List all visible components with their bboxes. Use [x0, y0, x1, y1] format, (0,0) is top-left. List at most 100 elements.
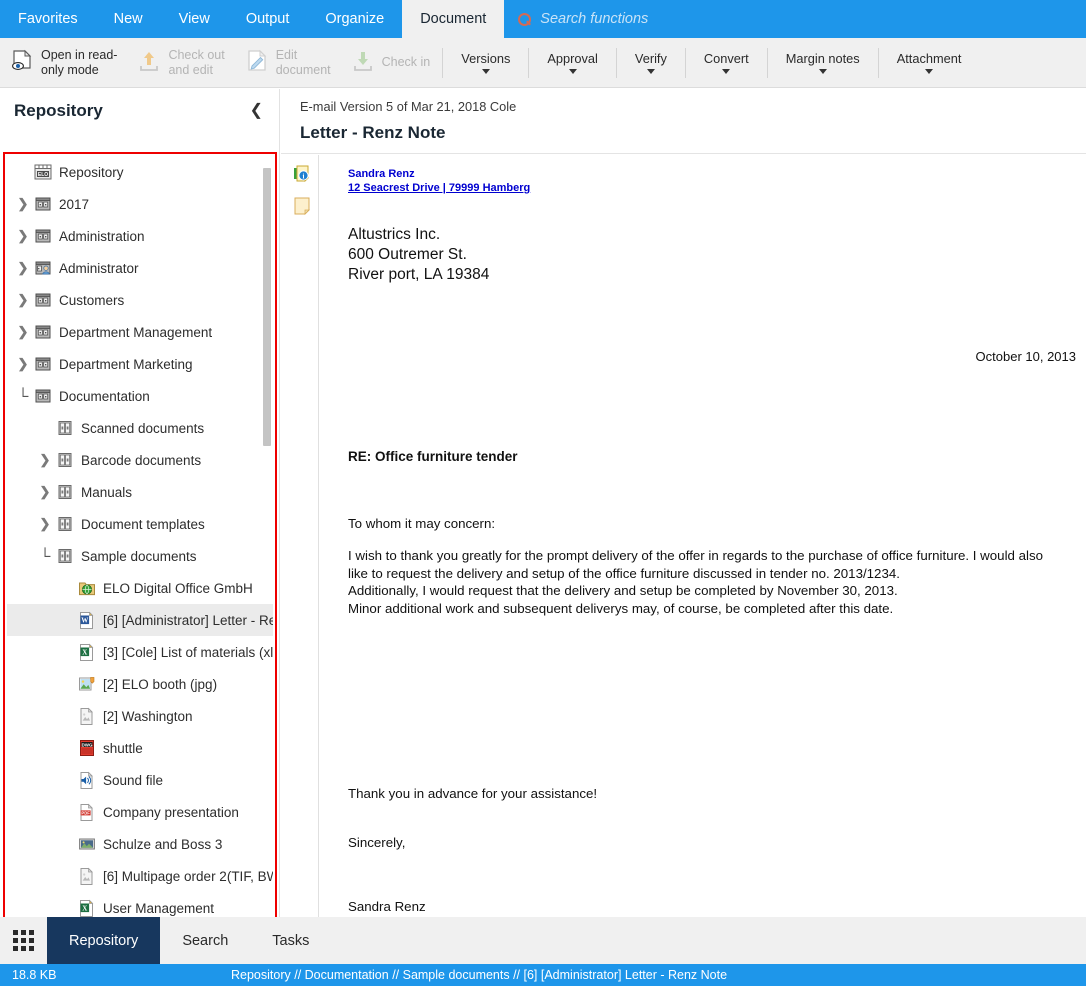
tree-item-sample-documents[interactable]: └ Sample documents	[7, 540, 273, 572]
tree-item-customers[interactable]: ❯Customers	[7, 284, 273, 316]
toolbar-dropdown-versions[interactable]: Versions	[445, 38, 526, 88]
folder-archive-icon	[34, 227, 52, 245]
ribbon-tab-output[interactable]: Output	[228, 0, 308, 38]
document-meta: E-mail Version 5 of Mar 21, 2018 Cole	[300, 99, 1086, 114]
tree-item-label: Department Marketing	[59, 357, 193, 372]
function-search-box[interactable]: Search functions	[504, 0, 1086, 38]
edit-pencil-document-icon	[245, 49, 269, 77]
toolbar-button-label: Check in	[382, 55, 431, 70]
tree-item-2017[interactable]: ❯2017	[7, 188, 273, 220]
tree-item-administrator[interactable]: ❯ Administrator	[7, 252, 273, 284]
toolbar-dropdown-verify[interactable]: Verify	[619, 38, 683, 88]
tree-expanded-icon[interactable]: └	[34, 548, 56, 565]
chevron-right-icon[interactable]: ❯	[34, 452, 56, 468]
sticky-note-icon[interactable]	[292, 196, 312, 221]
bottom-nav-search[interactable]: Search	[160, 917, 250, 964]
toolbar-button-edit-document: Edit document	[235, 38, 341, 88]
check-out-arrow-up-icon	[137, 49, 161, 77]
tree-item-6-administrator-letter-re[interactable]: W[6] [Administrator] Letter - Re	[7, 604, 273, 636]
tree-item-label: Sample documents	[81, 549, 197, 564]
toolbar-dropdown-margin-notes[interactable]: Margin notes	[770, 38, 876, 88]
tree-item-6-multipage-order-2-tif-bw[interactable]: [6] Multipage order 2(TIF, BW	[7, 860, 273, 892]
chevron-right-icon[interactable]: ❯	[12, 260, 34, 276]
tree-expanded-icon[interactable]: └	[12, 388, 34, 405]
toolbar-button-open-in-read-only-mode[interactable]: Open in read- only mode	[0, 38, 127, 88]
sidebar-title: Repository	[14, 101, 103, 121]
tree-item-label: [2] ELO booth (jpg)	[103, 677, 217, 692]
tree-item-label: [6] [Administrator] Letter - Re	[103, 613, 273, 628]
tree-item-documentation[interactable]: └ Documentation	[7, 380, 273, 412]
letter-recipient-address: Altustrics Inc. 600 Outremer St. River p…	[348, 225, 489, 284]
tiff-document-icon	[78, 707, 96, 725]
tree-item-barcode-documents[interactable]: ❯Barcode documents	[7, 444, 273, 476]
sticky-note-info-icon[interactable]: i	[292, 164, 312, 189]
ribbon-tab-document[interactable]: Document	[402, 0, 504, 38]
toolbar-separator	[685, 48, 686, 78]
tree-item-sound-file[interactable]: Sound file	[7, 764, 273, 796]
toolbar-button-label: Edit document	[276, 48, 331, 78]
sidebar-collapse-chevron-left-icon[interactable]: ❮	[250, 103, 263, 119]
repository-tree-highlight-frame: ELORepository❯2017❯Administration❯Admini…	[3, 152, 277, 986]
chevron-right-icon[interactable]: ❯	[34, 484, 56, 500]
svg-text:X: X	[82, 648, 87, 656]
letter-subject: RE: Office furniture tender	[348, 449, 518, 464]
excel-document-icon: X	[78, 899, 96, 917]
tree-vertical-scrollbar[interactable]	[263, 168, 271, 446]
tree-item-2-washington[interactable]: [2] Washington	[7, 700, 273, 732]
svg-text:DWG: DWG	[82, 742, 93, 747]
chevron-right-icon[interactable]: ❯	[12, 356, 34, 372]
letter-body: I wish to thank you greatly for the prom…	[348, 547, 1052, 617]
tree-item-label: Department Management	[59, 325, 212, 340]
tree-item-3-cole-list-of-materials-xls[interactable]: X[3] [Cole] List of materials (xls	[7, 636, 273, 668]
tree-item-company-presentation[interactable]: PDFCompany presentation	[7, 796, 273, 828]
tree-item-schulze-and-boss-3[interactable]: Schulze and Boss 3	[7, 828, 273, 860]
chevron-down-icon	[482, 69, 490, 74]
tree-item-manuals[interactable]: ❯Manuals	[7, 476, 273, 508]
toolbar-dropdown-approval[interactable]: Approval	[531, 38, 614, 88]
bottom-nav-tasks[interactable]: Tasks	[250, 917, 331, 964]
chevron-right-icon[interactable]: ❯	[12, 324, 34, 340]
check-in-arrow-down-icon	[351, 49, 375, 77]
ribbon-tab-view[interactable]: View	[161, 0, 228, 38]
toolbar-separator	[442, 48, 443, 78]
tree-item-label: Administrator	[59, 261, 139, 276]
bottom-nav-repository[interactable]: Repository	[47, 917, 160, 964]
letter-date: October 10, 2013	[976, 349, 1076, 364]
chevron-right-icon[interactable]: ❯	[12, 228, 34, 244]
ribbon-tab-bar: FavoritesNewViewOutputOrganizeDocumentSe…	[0, 0, 1086, 38]
elo-repository-icon: ELO	[34, 163, 52, 181]
toolbar-button-check-out-and-edit: Check out and edit	[127, 38, 234, 88]
letter-sender-name: Sandra Renz	[348, 168, 415, 180]
tree-item-label: shuttle	[103, 741, 143, 756]
annotation-rail-divider	[318, 155, 319, 917]
chevron-right-icon[interactable]: ❯	[12, 196, 34, 212]
tree-item-scanned-documents[interactable]: Scanned documents	[7, 412, 273, 444]
search-icon	[518, 13, 531, 26]
ribbon-tab-organize[interactable]: Organize	[307, 0, 402, 38]
tree-item-label: Document templates	[81, 517, 205, 532]
chevron-down-icon	[569, 69, 577, 74]
tree-item-department-management[interactable]: ❯ Department Management	[7, 316, 273, 348]
tree-item-elo-digital-office-gmbh[interactable]: ELO Digital Office GmbH	[7, 572, 273, 604]
tree-item-department-marketing[interactable]: ❯ Department Marketing	[7, 348, 273, 380]
letter-content: Sandra Renz 12 Seacrest Drive | 79999 Ha…	[346, 155, 1076, 917]
folder-binder-icon	[56, 483, 74, 501]
tree-item-2-elo-booth-jpg[interactable]: [2] ELO booth (jpg)	[7, 668, 273, 700]
chevron-right-icon[interactable]: ❯	[12, 292, 34, 308]
chevron-right-icon[interactable]: ❯	[34, 516, 56, 532]
tree-item-document-templates[interactable]: ❯ Document templates	[7, 508, 273, 540]
tree-item-repository[interactable]: ELORepository	[7, 156, 273, 188]
tree-item-administration[interactable]: ❯Administration	[7, 220, 273, 252]
folder-binder-icon	[56, 515, 74, 533]
app-grid-icon[interactable]	[0, 917, 47, 964]
tree-item-label: Documentation	[59, 389, 150, 404]
chevron-down-icon	[925, 69, 933, 74]
ribbon-toolbar: Open in read- only modeCheck out and edi…	[0, 38, 1086, 88]
toolbar-dropdown-convert[interactable]: Convert	[688, 38, 765, 88]
ribbon-tab-favorites[interactable]: Favorites	[0, 0, 96, 38]
toolbar-dropdown-attachment[interactable]: Attachment	[881, 38, 978, 88]
repository-tree[interactable]: ELORepository❯2017❯Administration❯Admini…	[7, 156, 273, 986]
tree-item-shuttle[interactable]: DWG shuttle	[7, 732, 273, 764]
svg-text:PDF: PDF	[81, 811, 90, 816]
ribbon-tab-new[interactable]: New	[96, 0, 161, 38]
